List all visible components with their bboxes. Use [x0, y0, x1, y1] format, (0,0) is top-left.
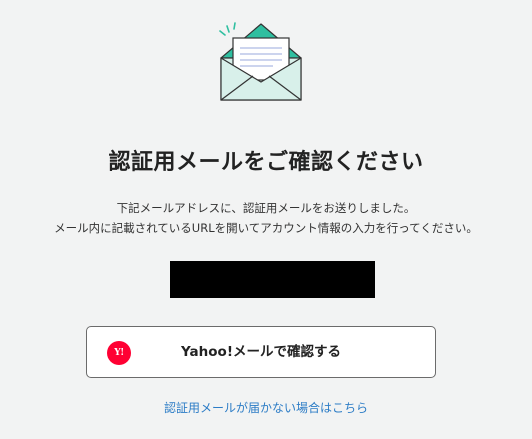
redacted-email-address — [170, 261, 375, 298]
yahoo-mail-button-label: Yahoo!メールで確認する — [181, 344, 341, 360]
email-not-received-link[interactable]: 認証用メールが届かない場合はこちら — [0, 400, 532, 416]
yahoo-mail-button[interactable]: Y! Yahoo!メールで確認する — [86, 326, 436, 378]
envelope-icon — [213, 18, 309, 104]
description-line-2: メール内に記載されているURLを開いてアカウント情報の入力を行ってください。 — [54, 221, 478, 235]
description-line-1: 下記メールアドレスに、認証用メールをお送りしました。 — [116, 201, 416, 215]
page-title: 認証用メールをご確認ください — [108, 150, 424, 175]
